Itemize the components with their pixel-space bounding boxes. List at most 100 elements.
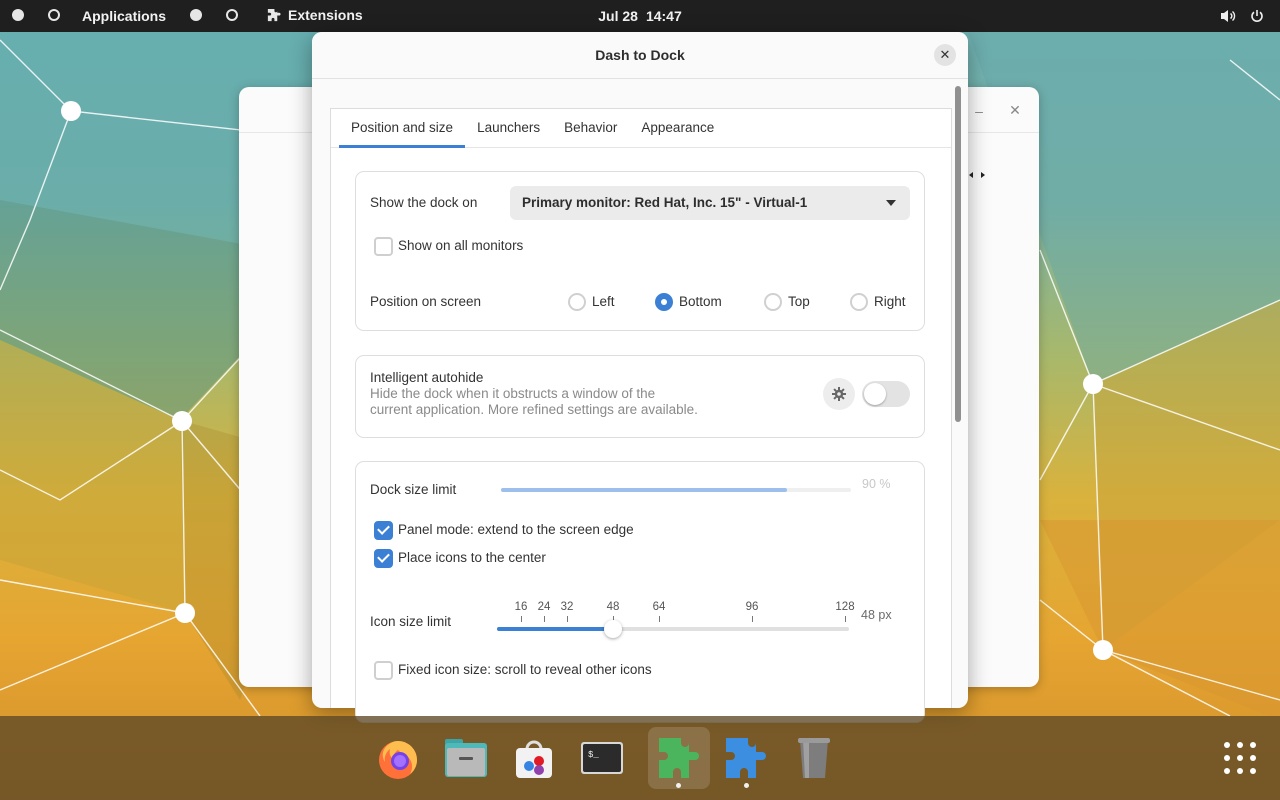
radio-top[interactable]: [764, 293, 782, 311]
icon-size-label: Icon size limit: [370, 614, 452, 629]
workspace-indicator[interactable]: [12, 9, 60, 21]
center-icons-checkbox[interactable]: [374, 549, 393, 568]
applications-menu[interactable]: Applications: [82, 8, 166, 24]
dock-size-slider-fill: [501, 488, 787, 492]
dialog-title: Dash to Dock: [595, 47, 685, 63]
dock-app-files[interactable]: [437, 727, 495, 789]
tab-appearance[interactable]: Appearance: [629, 109, 726, 147]
app-grid-icon: [1224, 768, 1230, 774]
app-grid-icon: [1237, 755, 1243, 761]
workspace-dot-icon[interactable]: [190, 9, 202, 21]
show-apps-button[interactable]: [1224, 742, 1256, 774]
app-grid-icon: [1250, 768, 1256, 774]
icon-size-tick-label: 64: [652, 601, 666, 613]
app-grid-icon: [1250, 742, 1256, 748]
dialog-header: Dash to Dock ✕: [312, 32, 968, 79]
autohide-description-line2: current application. More refined settin…: [370, 402, 698, 417]
radio-left-label: Left: [592, 294, 615, 309]
radio-top-label: Top: [788, 294, 810, 309]
toggle-knob: [864, 383, 886, 405]
terminal-prompt: $_: [588, 750, 599, 760]
icon-size-tick-label: 48: [606, 601, 620, 613]
monitor-dropdown-value: Primary monitor: Red Hat, Inc. 15" - Vir…: [522, 195, 808, 210]
icon-size-value: 48 px: [861, 608, 892, 622]
power-icon: [1251, 10, 1263, 22]
icon-size-tick: [544, 616, 545, 622]
panel-mode-label: Panel mode: extend to the screen edge: [398, 522, 634, 537]
monitor-dropdown[interactable]: Primary monitor: Red Hat, Inc. 15" - Vir…: [510, 186, 910, 220]
dock: [0, 716, 1280, 800]
app-grid-icon: [1250, 755, 1256, 761]
volume-icon: [1221, 10, 1236, 22]
dock-app-software[interactable]: [505, 727, 563, 789]
icon-size-tick: [567, 616, 568, 622]
software-store-icon: [516, 740, 552, 778]
radio-left[interactable]: [568, 293, 586, 311]
firefox-icon: [379, 741, 417, 779]
workspace-indicator-secondary[interactable]: [190, 9, 238, 21]
running-indicator: [744, 783, 749, 788]
system-menu[interactable]: [1220, 0, 1264, 32]
icon-size-tick-label: 32: [560, 601, 574, 613]
icon-size-tick: [659, 616, 660, 622]
show-all-monitors-label: Show on all monitors: [398, 238, 524, 253]
extensions-app-label: Extensions: [288, 7, 363, 23]
icon-size-tick-label: 24: [537, 601, 551, 613]
dock-size-value: 90 %: [862, 477, 891, 491]
files-icon: [445, 739, 487, 777]
panel-mode-checkbox[interactable]: [374, 521, 393, 540]
center-icons-label: Place icons to the center: [398, 550, 546, 565]
fixed-icon-size-checkbox[interactable]: [374, 661, 393, 680]
close-icon[interactable]: ✕: [1004, 99, 1026, 121]
close-button[interactable]: ✕: [934, 44, 956, 66]
dock-size-label: Dock size limit: [370, 482, 457, 497]
app-grid-icon: [1224, 742, 1230, 748]
running-indicator: [676, 783, 681, 788]
icon-size-tick: [521, 616, 522, 622]
radio-right[interactable]: [850, 293, 868, 311]
minimize-button[interactable]: –: [968, 100, 990, 122]
puzzle-icon: [267, 8, 281, 21]
dialog-scrollbar[interactable]: [955, 86, 961, 422]
autohide-settings-button[interactable]: [823, 378, 855, 410]
show-dock-on-label: Show the dock on: [370, 195, 478, 210]
green-puzzle-icon: [659, 738, 699, 778]
autohide-description-line1: Hide the dock when it obstructs a window…: [370, 386, 656, 401]
trash-icon: [798, 738, 830, 778]
chevron-down-icon: [886, 200, 896, 206]
icon-size-tick-label: 16: [514, 601, 528, 613]
dock-app-trash[interactable]: [785, 727, 843, 789]
icon-size-slider-fill: [497, 627, 613, 631]
radio-right-label: Right: [874, 294, 906, 309]
workspace-dot-icon[interactable]: [12, 9, 24, 21]
tab-bar: Position and size Launchers Behavior App…: [331, 109, 951, 148]
tab-position-and-size[interactable]: Position and size: [339, 109, 466, 148]
app-grid-icon: [1237, 742, 1243, 748]
dock-app-extension-manager[interactable]: [648, 727, 710, 789]
icon-size-tick: [845, 616, 846, 622]
icon-size-tick: [752, 616, 753, 622]
radio-bottom[interactable]: [655, 293, 673, 311]
fixed-icon-size-label: Fixed icon size: scroll to reveal other …: [398, 662, 652, 677]
dock-app-firefox[interactable]: [369, 727, 427, 789]
tab-behavior[interactable]: Behavior: [552, 109, 629, 147]
terminal-icon: $_: [581, 742, 623, 774]
blue-puzzle-icon: [726, 738, 766, 778]
icon-size-slider-handle[interactable]: [604, 620, 622, 638]
tab-launchers[interactable]: Launchers: [465, 109, 552, 147]
autohide-title: Intelligent autohide: [370, 370, 484, 385]
workspace-ring-icon[interactable]: [48, 9, 60, 21]
size-card: [355, 461, 925, 723]
workspace-ring-icon[interactable]: [226, 9, 238, 21]
dock-app-terminal[interactable]: $_: [573, 727, 631, 789]
gear-icon: [832, 387, 846, 401]
icon-size-tick-label: 128: [835, 601, 855, 613]
show-all-monitors-checkbox[interactable]: [374, 237, 393, 256]
resize-cursor-icon: [969, 172, 985, 178]
clock-time[interactable]: 14:47: [646, 8, 682, 24]
app-grid-icon: [1224, 755, 1230, 761]
autohide-toggle[interactable]: [862, 381, 910, 407]
clock-date[interactable]: Jul 28: [598, 8, 638, 24]
dock-app-extensions[interactable]: [717, 727, 775, 789]
extensions-app-menu[interactable]: Extensions: [266, 7, 363, 23]
